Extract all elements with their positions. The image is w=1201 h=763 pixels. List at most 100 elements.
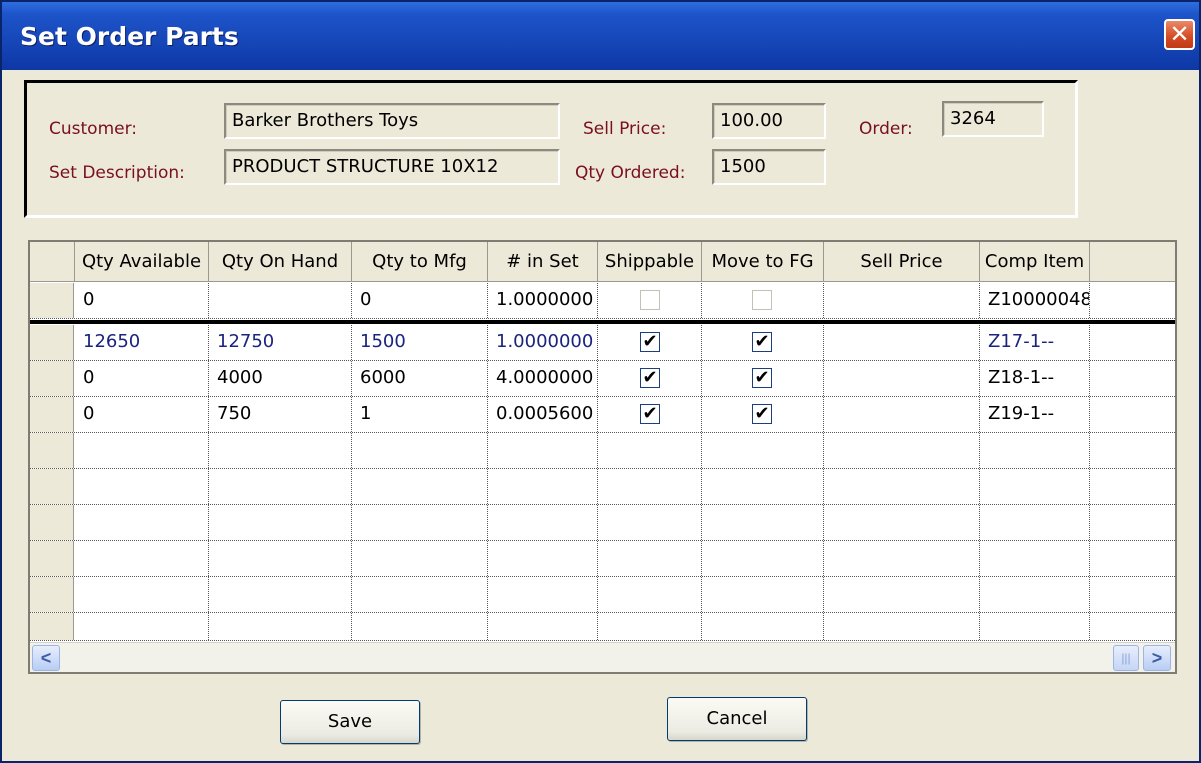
col-move-to-fg[interactable]: Move to FG xyxy=(702,242,824,282)
row-selector[interactable] xyxy=(30,361,74,396)
empty-cell[interactable] xyxy=(598,433,702,468)
empty-cell[interactable] xyxy=(209,469,352,504)
table-row[interactable]: 0 0 1.0000000 Z10000048 xyxy=(30,283,1175,319)
cell-in-set[interactable]: 4.0000000 xyxy=(488,361,598,396)
cell-in-set[interactable]: 1.0000000 xyxy=(488,325,598,360)
horizontal-scrollbar[interactable]: < ||| > xyxy=(30,642,1175,672)
row-selector[interactable] xyxy=(30,433,74,468)
empty-cell[interactable] xyxy=(75,469,209,504)
customer-field[interactable]: Barker Brothers Toys xyxy=(224,103,560,139)
save-button[interactable]: Save xyxy=(280,700,420,744)
cell-sell-price[interactable] xyxy=(824,283,980,318)
table-row[interactable]: 12650 12750 1500 1.0000000 ✔ ✔ Z17-1-- xyxy=(30,325,1175,361)
empty-cell[interactable] xyxy=(352,541,488,576)
move-to-fg-checkbox[interactable]: ✔ xyxy=(752,404,772,424)
order-field[interactable]: 3264 xyxy=(942,101,1044,137)
move-to-fg-checkbox[interactable] xyxy=(752,290,772,310)
cell-sell-price[interactable] xyxy=(824,397,980,432)
empty-cell[interactable] xyxy=(352,613,488,640)
empty-cell[interactable] xyxy=(352,505,488,540)
col-comp-item[interactable]: Comp Item xyxy=(980,242,1090,282)
empty-cell[interactable] xyxy=(488,469,598,504)
qty-ordered-field[interactable]: 1500 xyxy=(712,149,826,185)
shippable-checkbox[interactable]: ✔ xyxy=(640,368,660,388)
empty-cell[interactable] xyxy=(209,577,352,612)
empty-cell[interactable] xyxy=(824,469,980,504)
empty-cell[interactable] xyxy=(209,613,352,640)
empty-cell[interactable] xyxy=(598,541,702,576)
empty-cell[interactable] xyxy=(702,613,824,640)
empty-cell[interactable] xyxy=(824,613,980,640)
empty-cell[interactable] xyxy=(702,577,824,612)
empty-row[interactable] xyxy=(30,613,1175,641)
table-row[interactable]: 0 750 1 0.0005600 ✔ ✔ Z19-1-- xyxy=(30,397,1175,433)
shippable-checkbox[interactable] xyxy=(640,290,660,310)
cell-qty-available[interactable]: 0 xyxy=(75,361,209,396)
empty-cell[interactable] xyxy=(75,541,209,576)
empty-cell[interactable] xyxy=(702,541,824,576)
empty-row[interactable] xyxy=(30,541,1175,577)
cell-in-set[interactable]: 1.0000000 xyxy=(488,283,598,318)
empty-cell[interactable] xyxy=(488,505,598,540)
cell-qty-to-mfg[interactable]: 1 xyxy=(352,397,488,432)
row-selector[interactable] xyxy=(30,613,74,640)
shippable-checkbox[interactable]: ✔ xyxy=(640,404,660,424)
empty-cell[interactable] xyxy=(209,541,352,576)
empty-row[interactable] xyxy=(30,469,1175,505)
empty-cell[interactable] xyxy=(702,505,824,540)
empty-row[interactable] xyxy=(30,577,1175,613)
empty-cell[interactable] xyxy=(488,541,598,576)
scroll-left-icon[interactable]: < xyxy=(32,645,60,671)
empty-cell[interactable] xyxy=(75,433,209,468)
col-qty-on-hand[interactable]: Qty On Hand xyxy=(209,242,352,282)
empty-cell[interactable] xyxy=(488,577,598,612)
row-selector[interactable] xyxy=(30,397,74,432)
empty-cell[interactable] xyxy=(209,433,352,468)
shippable-checkbox[interactable]: ✔ xyxy=(640,332,660,352)
row-selector-header[interactable] xyxy=(30,242,75,282)
empty-cell[interactable] xyxy=(598,469,702,504)
empty-cell[interactable] xyxy=(488,433,598,468)
empty-cell[interactable] xyxy=(352,433,488,468)
empty-cell[interactable] xyxy=(824,505,980,540)
parts-grid[interactable]: Qty Available Qty On Hand Qty to Mfg # i… xyxy=(28,240,1177,674)
empty-cell[interactable] xyxy=(75,613,209,640)
cancel-button[interactable]: Cancel xyxy=(667,697,807,741)
cell-comp-item[interactable]: Z19-1-- xyxy=(980,397,1090,432)
cell-comp-item[interactable]: Z10000048 xyxy=(980,283,1090,318)
empty-cell[interactable] xyxy=(598,577,702,612)
empty-cell[interactable] xyxy=(824,433,980,468)
row-selector[interactable] xyxy=(30,577,74,612)
cell-qty-on-hand[interactable]: 12750 xyxy=(209,325,352,360)
empty-cell[interactable] xyxy=(980,505,1090,540)
cell-comp-item[interactable]: Z17-1-- xyxy=(980,325,1090,360)
cell-qty-to-mfg[interactable]: 1500 xyxy=(352,325,488,360)
cell-qty-to-mfg[interactable]: 6000 xyxy=(352,361,488,396)
empty-cell[interactable] xyxy=(75,577,209,612)
empty-cell[interactable] xyxy=(598,613,702,640)
scroll-right-icon[interactable]: > xyxy=(1143,645,1171,671)
row-selector[interactable] xyxy=(30,325,74,360)
cell-sell-price[interactable] xyxy=(824,361,980,396)
col-qty-to-mfg[interactable]: Qty to Mfg xyxy=(352,242,488,282)
cell-qty-on-hand[interactable]: 4000 xyxy=(209,361,352,396)
empty-cell[interactable] xyxy=(980,613,1090,640)
scroll-thumb[interactable]: ||| xyxy=(1113,645,1139,671)
cell-sell-price[interactable] xyxy=(824,325,980,360)
empty-cell[interactable] xyxy=(598,505,702,540)
empty-cell[interactable] xyxy=(488,613,598,640)
empty-cell[interactable] xyxy=(980,541,1090,576)
cell-qty-available[interactable]: 0 xyxy=(75,283,209,318)
cell-qty-on-hand[interactable] xyxy=(209,283,352,318)
col-shippable[interactable]: Shippable xyxy=(598,242,702,282)
title-bar[interactable]: Set Order Parts ✕ xyxy=(2,2,1199,70)
empty-cell[interactable] xyxy=(702,469,824,504)
col-sell-price[interactable]: Sell Price xyxy=(824,242,980,282)
empty-cell[interactable] xyxy=(209,505,352,540)
cell-in-set[interactable]: 0.0005600 xyxy=(488,397,598,432)
col-in-set[interactable]: # in Set xyxy=(488,242,598,282)
cell-qty-to-mfg[interactable]: 0 xyxy=(352,283,488,318)
move-to-fg-checkbox[interactable]: ✔ xyxy=(752,368,772,388)
empty-cell[interactable] xyxy=(352,469,488,504)
set-description-field[interactable]: PRODUCT STRUCTURE 10X12 xyxy=(224,149,560,185)
